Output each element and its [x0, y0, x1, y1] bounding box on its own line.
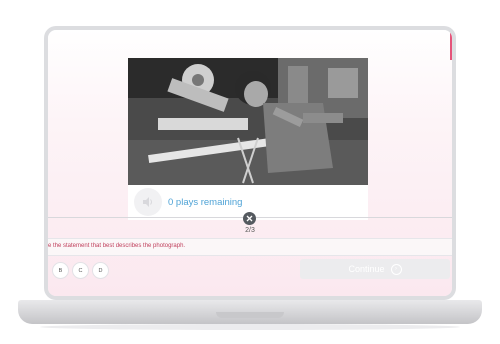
workshop-photo-illustration	[128, 58, 368, 185]
question-counter: 2/3	[245, 227, 255, 234]
speaker-icon	[143, 197, 152, 207]
plays-remaining-label: 0 plays remaining	[168, 197, 243, 208]
continue-label: Continue	[348, 264, 385, 274]
question-photograph	[128, 58, 368, 185]
arrow-circle-icon: ›	[390, 263, 402, 275]
accent-edge	[450, 30, 452, 60]
laptop-screen-bezel: 0 plays remaining 2/3 e the statement th…	[48, 30, 452, 296]
close-icon	[246, 215, 253, 222]
answer-choice-b[interactable]: B	[52, 262, 69, 279]
question-prompt-bar: e the statement that best describes the …	[48, 238, 452, 256]
continue-button[interactable]: Continue ›	[300, 259, 450, 279]
answer-choice-c[interactable]: C	[72, 262, 89, 279]
answer-choice-d[interactable]: D	[92, 262, 109, 279]
question-media-card: 0 plays remaining	[128, 58, 368, 220]
laptop-notch	[216, 312, 284, 318]
test-screen: 0 plays remaining 2/3 e the statement th…	[48, 30, 452, 296]
question-prompt: e the statement that best describes the …	[48, 243, 186, 249]
audio-play-button[interactable]	[134, 188, 162, 216]
laptop-shadow	[40, 324, 460, 330]
close-question-button[interactable]	[243, 212, 256, 225]
